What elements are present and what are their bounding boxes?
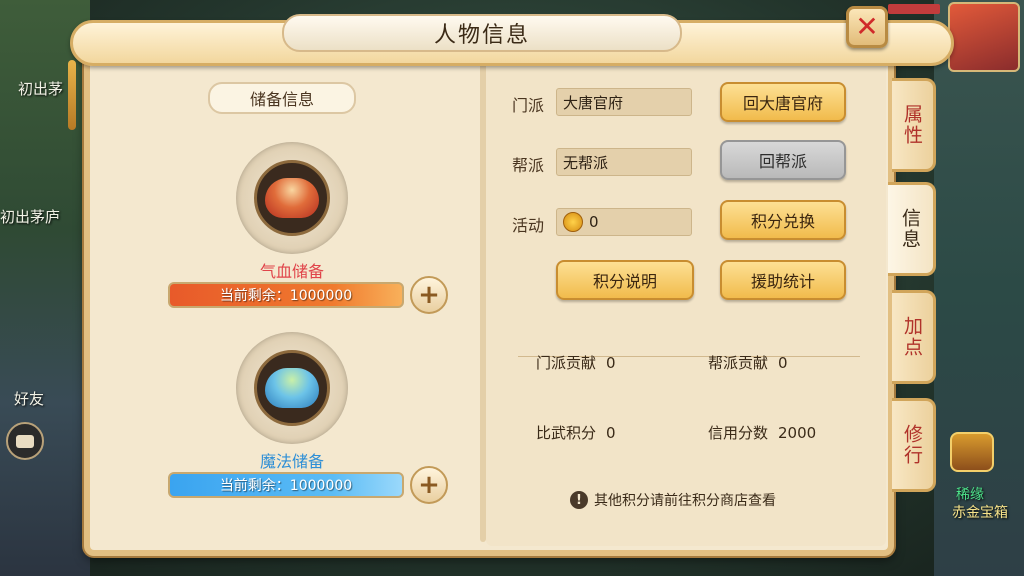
hp-mini-bar <box>888 4 940 14</box>
points-notice: ! 其他积分请前往积分商店查看 <box>570 490 776 510</box>
assist-stats-button[interactable]: 援助统计 <box>720 260 846 300</box>
sect-value: 大唐官府 <box>556 88 692 116</box>
reserve-pane: 储备信息 气血储备 当前剩余：1000000 + 魔法储备 当前剩余：10000… <box>98 62 478 542</box>
player-avatar[interactable] <box>948 2 1020 72</box>
sect-label: 门派 <box>512 96 545 115</box>
tab-cultivation[interactable]: 修行 <box>892 398 936 492</box>
guild-label: 帮派 <box>512 156 545 175</box>
close-x-icon: ✕ <box>855 10 879 43</box>
tassel-ornament <box>68 60 76 130</box>
activity-value: 0 <box>589 213 599 231</box>
activity-field: 0 <box>556 208 692 236</box>
guild-contribution-stat: 帮派贡献 0 <box>708 354 788 372</box>
reserve-section-title: 储备信息 <box>208 82 356 114</box>
character-info-window: 储备信息 气血储备 当前剩余：1000000 + 魔法储备 当前剩余：10000… <box>84 40 894 556</box>
close-button[interactable]: ✕ <box>846 6 888 48</box>
info-pane: 门派 大唐官府 回大唐官府 帮派 无帮派 回帮派 活动 0 积分兑换 积分说明 … <box>486 56 886 546</box>
npc-name-label: 初出茅 <box>18 80 64 98</box>
duel-points-stat: 比武积分 0 <box>536 424 616 442</box>
coin-icon <box>563 212 583 232</box>
return-guild-button[interactable]: 回帮派 <box>720 140 846 180</box>
hp-reserve-bar: 当前剩余：1000000 <box>168 282 404 308</box>
hp-bowl-icon <box>265 178 319 218</box>
points-exchange-button[interactable]: 积分兑换 <box>720 200 846 240</box>
hp-reserve-bowl <box>236 142 348 254</box>
window-title: 人物信息 <box>282 14 682 52</box>
chest-label-line2: 赤金宝箱 <box>952 505 1008 521</box>
treasure-chest-icon[interactable] <box>950 432 994 472</box>
npc-name-label: 初出茅庐 <box>0 208 61 226</box>
activity-label: 活动 <box>512 216 545 235</box>
tab-info[interactable]: 信息 <box>888 182 936 276</box>
guild-value: 无帮派 <box>556 148 692 176</box>
tab-add-points[interactable]: 加点 <box>892 290 936 384</box>
chest-label-line1: 稀缘 <box>956 487 984 503</box>
hp-reserve-label: 气血储备 <box>259 262 324 281</box>
points-help-button[interactable]: 积分说明 <box>556 260 694 300</box>
chat-button[interactable] <box>6 422 44 460</box>
return-sect-button[interactable]: 回大唐官府 <box>720 82 846 122</box>
credit-score-stat: 信用分数 2000 <box>708 424 817 442</box>
mp-reserve-bowl <box>236 332 348 444</box>
mp-reserve-label: 魔法储备 <box>259 452 324 471</box>
sect-contribution-stat: 门派贡献 0 <box>536 354 616 372</box>
tab-attributes[interactable]: 属性 <box>892 78 936 172</box>
mp-reserve-add-button[interactable]: + <box>410 466 448 504</box>
friends-label[interactable]: 好友 <box>14 388 44 409</box>
warning-icon: ! <box>570 491 588 509</box>
chat-icon <box>16 434 34 448</box>
hp-reserve-add-button[interactable]: + <box>410 276 448 314</box>
mp-reserve-bar: 当前剩余：1000000 <box>168 472 404 498</box>
mp-bowl-icon <box>265 368 319 408</box>
